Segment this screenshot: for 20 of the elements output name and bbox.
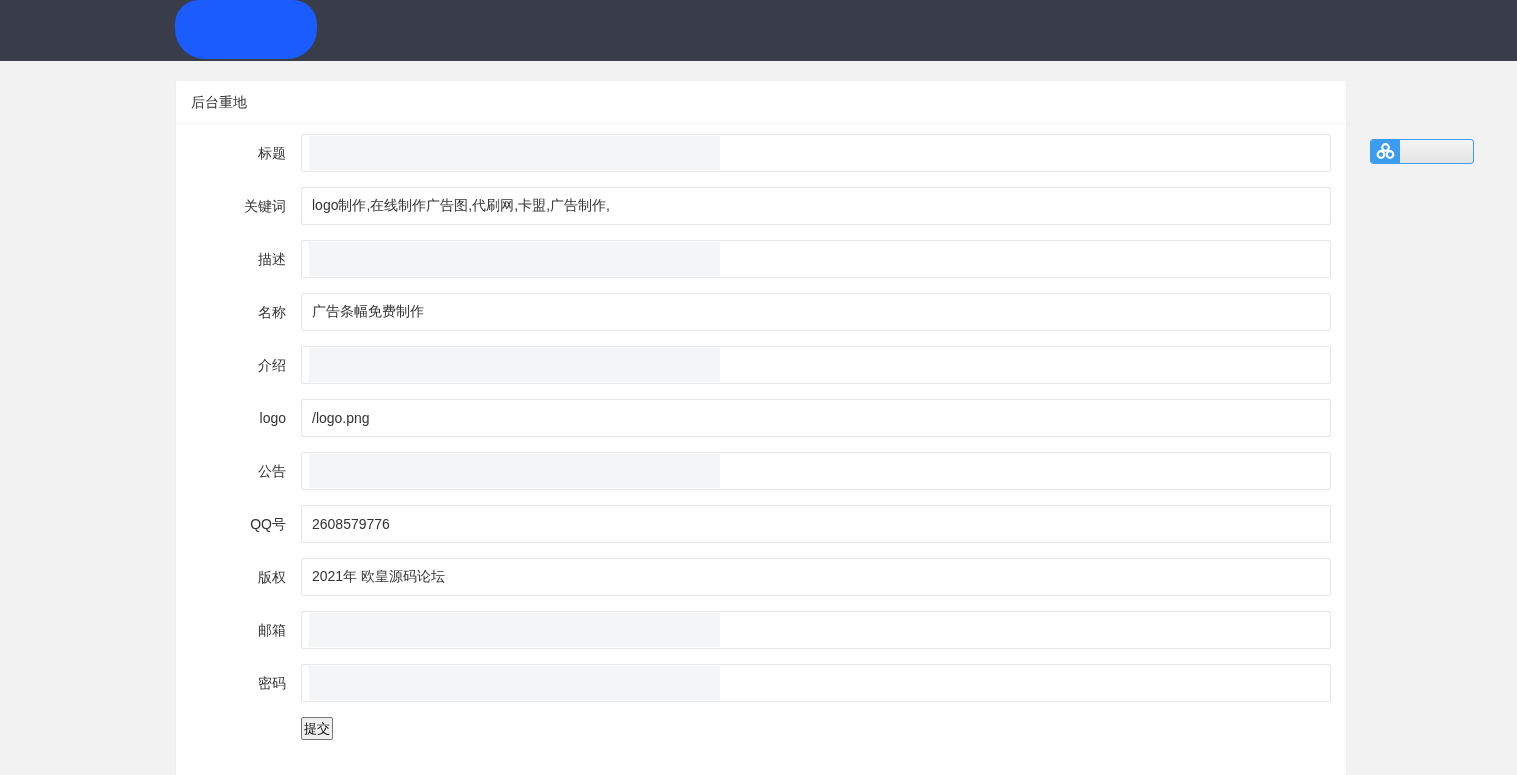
share-button[interactable]	[1370, 139, 1474, 164]
field-label: 介绍	[258, 356, 286, 373]
input-field[interactable]: 广告条幅免费制作	[301, 293, 1331, 331]
field-label: 名称	[258, 303, 286, 320]
field-label: 描述	[258, 250, 286, 267]
rings-icon	[1371, 140, 1400, 163]
field-label: 版权	[258, 568, 286, 585]
field-label: 密码	[258, 674, 286, 691]
input-field[interactable]: 2021年 欧皇源码论坛	[301, 558, 1331, 596]
submit-button[interactable]: 提交	[301, 717, 333, 740]
input-field[interactable]: logo制作,在线制作广告图,代刷网,卡盟,广告制作,	[301, 187, 1331, 225]
field-label: 标题	[258, 144, 286, 161]
field-label: 邮箱	[258, 621, 286, 638]
input-field[interactable]: 2608579776	[301, 505, 1331, 543]
field-label: QQ号	[250, 515, 286, 532]
field-label: 关键词	[244, 197, 286, 214]
field-label: logo	[259, 410, 286, 426]
field-label: 公告	[258, 462, 286, 479]
card-title: 后台重地	[191, 94, 247, 110]
input-field[interactable]: /logo.png	[301, 399, 1331, 437]
